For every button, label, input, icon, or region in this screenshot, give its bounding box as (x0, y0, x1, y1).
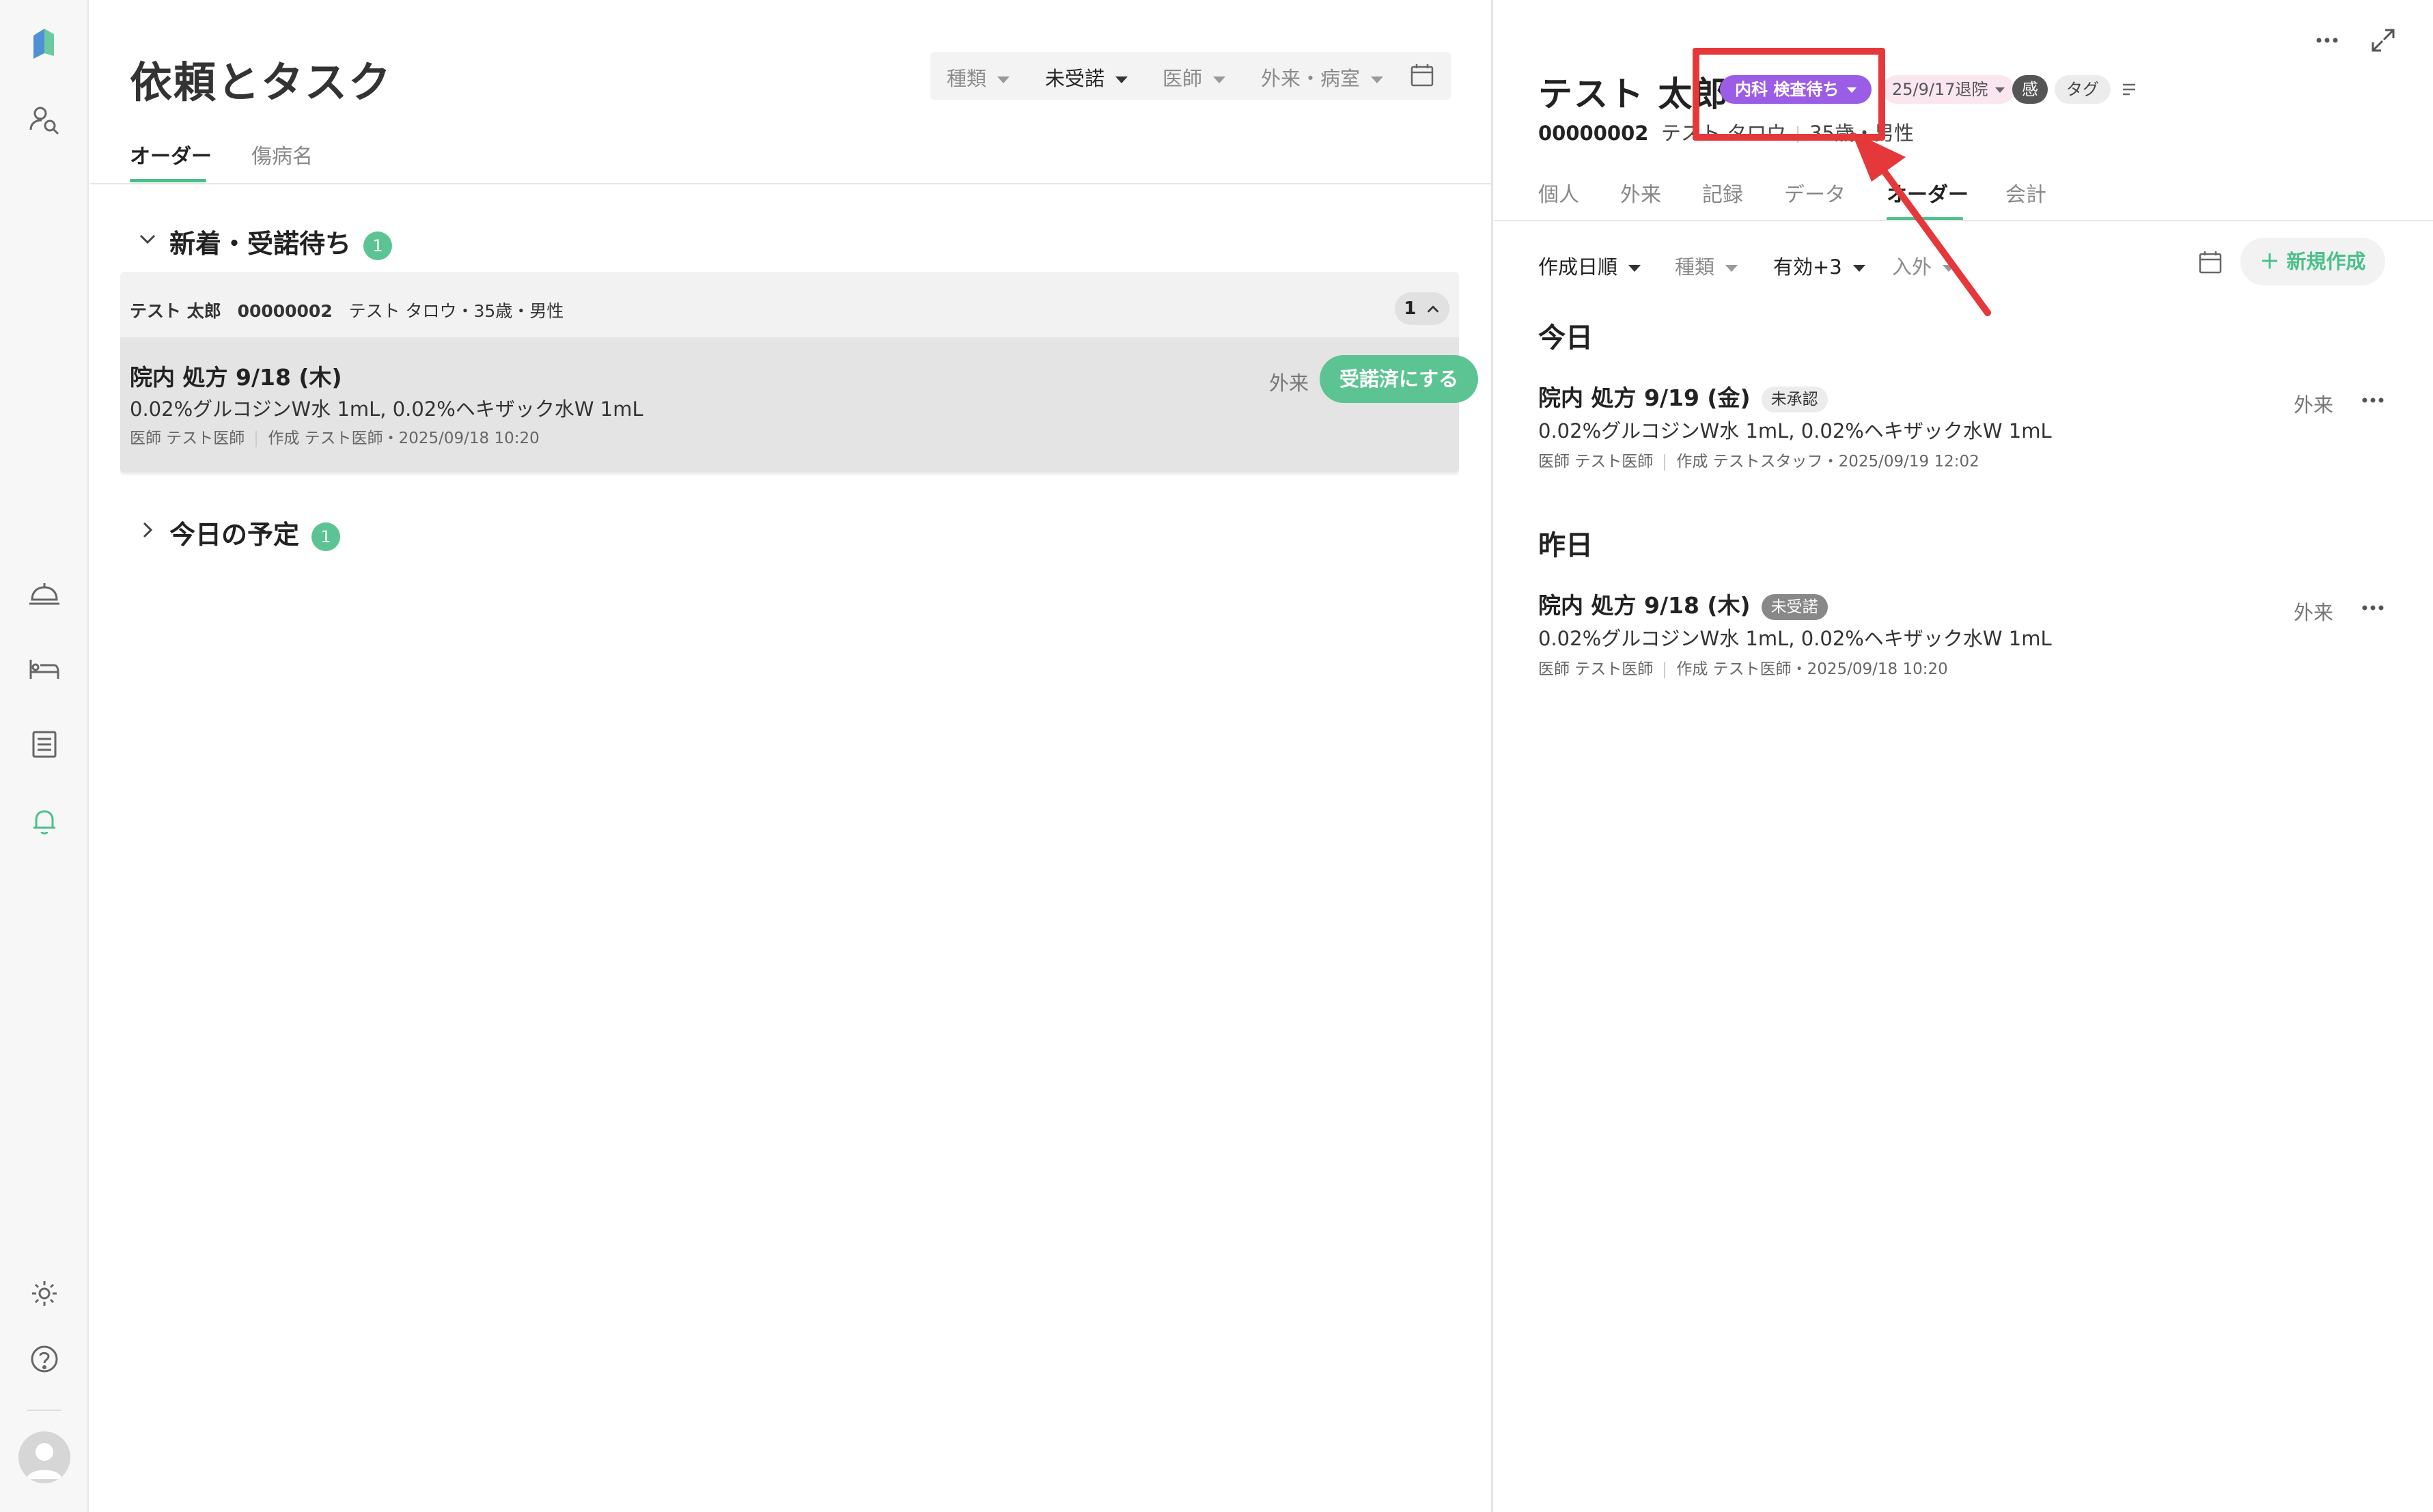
order-meta: 医師 テスト医師 作成 テストスタッフ・2025/09/19 12:02 (1538, 448, 1979, 471)
new-order-button[interactable]: ＋ 新規作成 (2240, 238, 2385, 285)
avatar[interactable] (18, 1431, 70, 1483)
tab-personal[interactable]: 個人 (1538, 178, 1579, 208)
section-new-pending[interactable]: 新着・受諾待ち 1 (169, 223, 393, 260)
group-count: 1 (1404, 298, 1417, 319)
tab-outpatient[interactable]: 外来 (1620, 178, 1661, 208)
order-drugs: 0.02%グルコジンW水 1mL, 0.02%ヘキザック水W 1mL (1538, 419, 2052, 443)
logo-icon[interactable] (27, 26, 62, 61)
calendar-icon[interactable] (2197, 249, 2224, 276)
expand-icon[interactable] (2367, 25, 2399, 56)
divider (255, 430, 258, 447)
section-label: 新着・受諾待ち (169, 229, 352, 259)
order-title: 院内 処方 9/18 (木) (1538, 592, 1751, 619)
bell-icon[interactable] (27, 803, 62, 839)
chevron-right-icon[interactable] (137, 519, 158, 541)
divider (1664, 661, 1666, 678)
tab-billing[interactable]: 会計 (2005, 178, 2046, 208)
day-header-yesterday: 昨日 (1538, 530, 1593, 561)
patient-name: テスト 太郎 (130, 301, 221, 321)
order-title: 院内 処方 9/18 (木) (130, 364, 342, 391)
infection-badge[interactable]: 感 (2012, 75, 2048, 104)
patient-search-icon[interactable] (27, 101, 62, 137)
service-bell-icon[interactable] (27, 575, 62, 611)
chevron-down-icon (997, 76, 1010, 83)
new-order-label: 新規作成 (2286, 250, 2366, 273)
sidebar (0, 0, 89, 1512)
filter-bar: 種類 未受諾 医師 外来・病室 (930, 52, 1451, 100)
count-badge: 1 (363, 231, 393, 260)
tab-orders[interactable]: オーダー (130, 139, 212, 169)
order-drugs: 0.02%グルコジンW水 1mL, 0.02%ヘキザック水W 1mL (130, 397, 643, 421)
list-icon[interactable] (27, 727, 62, 762)
sidebar-divider (27, 1410, 61, 1411)
bed-icon[interactable] (27, 650, 62, 686)
order-place: 外来 (1269, 372, 1309, 395)
calendar-icon[interactable] (1408, 61, 1436, 89)
plus-icon: ＋ (2260, 250, 2287, 273)
order-item-yesterday[interactable]: 院内 処方 9/18 (木) 未受諾 (1538, 587, 1828, 620)
patient-info: テスト タロウ・35歳・男性 (348, 301, 564, 321)
count-badge: 1 (311, 522, 341, 551)
more-icon[interactable] (2359, 601, 2387, 615)
chevron-down-icon (1628, 265, 1641, 272)
order-meta: 医師 テスト医師 作成 テスト医師・2025/09/18 10:20 (1538, 656, 1948, 679)
discharge-label: 25/9/17退院 (1892, 80, 1988, 99)
filter-doctor[interactable]: 医師 (1163, 63, 1226, 92)
order-doctor: 医師 テスト医師 (130, 430, 245, 447)
patient-group-header: テスト 太郎 00000002 テスト タロウ・35歳・男性 (130, 298, 564, 322)
accept-button[interactable]: 受諾済にする (1320, 355, 1478, 403)
page-title: 依頼とタスク (130, 57, 393, 107)
filter-status[interactable]: 未受諾 (1045, 63, 1128, 92)
order-item[interactable]: 院内 処方 9/18 (木) 0.02%グルコジンW水 1mL, 0.02%ヘキ… (120, 337, 1478, 473)
chevron-up-icon (1427, 305, 1438, 313)
chevron-down-icon (1994, 87, 2005, 93)
chevron-down-icon (1371, 76, 1384, 83)
gear-icon[interactable] (27, 1276, 62, 1311)
section-label: 今日の予定 (169, 520, 300, 550)
tab-records[interactable]: 記録 (1702, 178, 1743, 208)
patient-group: テスト 太郎 00000002 テスト タロウ・35歳・男性 1 院内 処方 9… (120, 272, 1478, 475)
day-header-today: 今日 (1538, 322, 1593, 354)
filter-type[interactable]: 種類 (1675, 251, 1738, 280)
order-created: 作成 テスト医師・2025/09/18 10:20 (1676, 660, 1948, 678)
tab-diagnosis[interactable]: 傷病名 (251, 139, 313, 169)
order-created: 作成 テスト医師・2025/09/18 10:20 (268, 430, 540, 447)
chevron-down-icon (1115, 76, 1128, 83)
status-badge: 未承認 (1761, 386, 1828, 412)
filter-type[interactable]: 種類 (947, 63, 1010, 92)
memo-icon[interactable] (2117, 78, 2141, 101)
order-doctor: 医師 テスト医師 (1538, 453, 1654, 471)
chevron-down-icon[interactable] (137, 228, 158, 250)
divider (1664, 453, 1666, 471)
more-icon[interactable] (2311, 25, 2343, 56)
order-created: 作成 テストスタッフ・2025/09/19 12:02 (1676, 453, 1979, 471)
tab-underline (130, 179, 206, 182)
order-meta: 医師 テスト医師 作成 テスト医師・2025/09/18 10:20 (130, 425, 540, 448)
status-badge: 未受諾 (1761, 593, 1828, 620)
order-place: 外来 (2294, 601, 2334, 624)
order-doctor: 医師 テスト医師 (1538, 660, 1654, 678)
group-collapse-button[interactable]: 1 (1395, 292, 1449, 325)
discharge-dropdown[interactable]: 25/9/17退院 (1882, 75, 2014, 104)
order-title: 院内 処方 9/19 (金) (1538, 384, 1751, 411)
filter-ward[interactable]: 外来・病室 (1261, 63, 1384, 92)
order-place: 外来 (2294, 393, 2334, 417)
tag-button[interactable]: タグ (2055, 75, 2111, 104)
more-icon[interactable] (2359, 393, 2387, 407)
patient-id: 00000002 (1538, 122, 1649, 145)
task-panel: 依頼とタスク 種類 未受諾 医師 外来・病室 オーダー 傷病名 新着・受諾待ち 1… (90, 0, 1493, 1512)
help-icon[interactable] (27, 1341, 62, 1377)
order-item-today[interactable]: 院内 処方 9/19 (金) 未承認 (1538, 380, 1828, 412)
chevron-down-icon (1213, 76, 1226, 83)
section-today[interactable]: 今日の予定 1 (169, 514, 341, 551)
patient-id: 00000002 (237, 301, 333, 321)
tab-data[interactable]: データ (1784, 178, 1846, 208)
sort-dropdown[interactable]: 作成日順 (1538, 251, 1641, 280)
annotation-arrow-icon (1851, 131, 1991, 316)
tabs-divider (90, 183, 1493, 184)
order-drugs: 0.02%グルコジンW水 1mL, 0.02%ヘキザック水W 1mL (1538, 627, 2052, 650)
chevron-down-icon (1725, 265, 1738, 272)
